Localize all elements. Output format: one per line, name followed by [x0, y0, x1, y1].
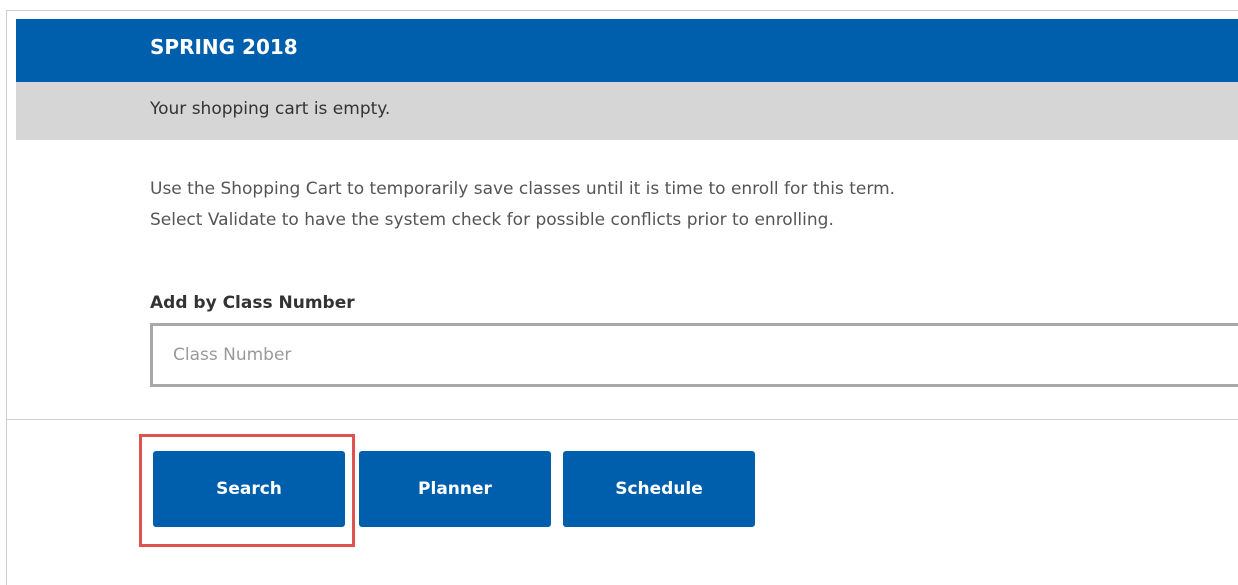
term-title: SPRING 2018	[150, 35, 298, 59]
planner-button[interactable]: Planner	[359, 451, 551, 527]
empty-cart-message: Your shopping cart is empty.	[150, 99, 391, 119]
instructions-line-2: Select Validate to have the system check…	[150, 210, 834, 230]
search-button[interactable]: Search	[153, 451, 345, 527]
class-number-input[interactable]	[150, 323, 1238, 387]
schedule-button[interactable]: Schedule	[563, 451, 755, 527]
term-header: SPRING 2018	[16, 19, 1238, 82]
section-divider	[7, 419, 1238, 420]
shopping-cart-panel: SPRING 2018 Your shopping cart is empty.…	[6, 10, 1238, 585]
instructions-line-1: Use the Shopping Cart to temporarily sav…	[150, 179, 896, 199]
empty-cart-banner: Your shopping cart is empty.	[16, 82, 1238, 140]
add-by-class-number-label: Add by Class Number	[150, 293, 355, 313]
cart-instructions: Use the Shopping Cart to temporarily sav…	[150, 174, 895, 236]
